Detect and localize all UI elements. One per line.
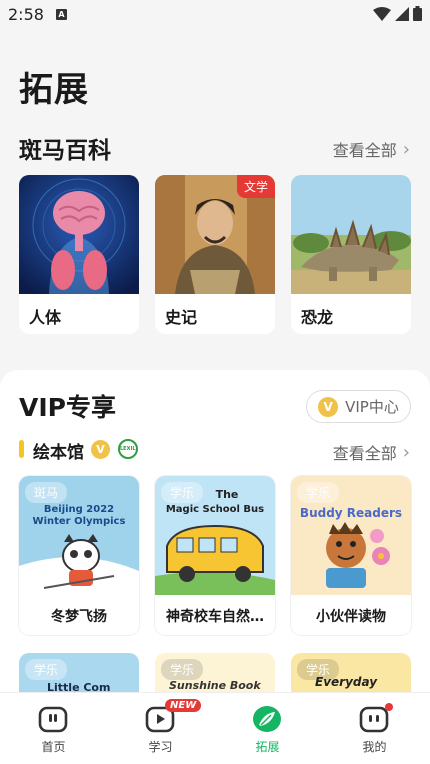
vip-center-label: VIP中心 [345,398,399,416]
nav-profile[interactable]: 我的 [321,693,428,764]
book-card[interactable]: 学乐 Little Com [19,653,139,693]
status-bar: 2:58 A [0,0,430,30]
profile-icon [359,706,389,733]
see-all-label: 查看全部 [332,141,397,160]
nav-study[interactable]: NEW 学习 [107,693,214,764]
card-dinosaur[interactable]: 恐龙 [291,175,411,334]
encyclopedia-see-all-button[interactable]: 查看全部 › [333,137,410,161]
wifi-icon [373,6,391,21]
system-icons [373,6,422,21]
book-card[interactable]: 学乐 Everyday [291,653,411,693]
cover-text: Magic School Bus [165,504,265,515]
page-title: 拓展 [19,70,89,110]
cover-text: Beijing 2022 [43,504,115,515]
human-body-image [19,175,139,294]
bottom-nav: 首页 NEW 学习 拓展 我的 [0,692,430,764]
chevron-right-icon: › [402,138,410,160]
see-all-label: 查看全部 [332,444,397,463]
publisher-chip: 学乐 [161,659,204,680]
card-history[interactable]: 文学 史记 [155,175,275,334]
home-icon [38,706,68,733]
nav-label: 学习 [148,740,173,754]
card-label: 恐龙 [301,308,334,327]
book-label: 小伙伴读物 [316,609,386,625]
cover-text: Everyday [315,675,378,689]
picture-book-see-all-button[interactable]: 查看全部 › [333,440,410,464]
lexile-badge-icon: LEXILE [118,439,138,459]
nav-home[interactable]: 首页 [0,693,107,764]
cover-text: Sunshine Book [169,679,261,692]
signal-icon [395,6,409,21]
new-badge: NEW [165,699,202,712]
publisher-chip: 学乐 [25,659,68,680]
book-card[interactable]: The Magic School Bus 学乐 神奇校车自然… [155,476,275,635]
nav-label: 首页 [41,740,66,754]
nav-explore[interactable]: 拓展 [214,693,321,764]
book-label: 冬梦飞扬 [51,609,107,625]
stegosaurus-image [291,175,411,294]
nav-label: 我的 [362,740,387,754]
publisher-chip: 学乐 [161,482,204,503]
section-accent-bar [19,440,24,458]
publisher-chip: 学乐 [297,482,340,503]
explore-icon [253,706,281,732]
literature-tag: 文学 [236,175,275,198]
battery-icon [413,6,422,21]
publisher-chip: 斑马 [25,482,68,503]
chevron-right-icon: › [402,441,410,463]
cover-text: Buddy Readers [299,506,403,520]
nav-label: 拓展 [255,740,280,754]
vip-section-title: VIP专享 [19,393,116,422]
card-label: 史记 [165,308,198,327]
vip-center-button[interactable]: V VIP中心 [306,390,411,423]
book-card[interactable]: Beijing 2022 Winter Olympics 斑马 冬梦飞扬 [19,476,139,635]
notification-icon: A [56,9,67,20]
status-time: 2:58 [8,5,44,24]
cover-text: Winter Olympics [32,516,126,527]
book-label: 神奇校车自然… [166,609,264,625]
card-human-body[interactable]: 人体 [19,175,139,334]
book-card[interactable]: 学乐 Sunshine Book [155,653,275,693]
encyclopedia-title: 斑马百科 [19,138,111,164]
card-label: 人体 [29,308,62,327]
picture-book-title: 绘本馆 [33,443,84,463]
notification-dot [385,703,393,711]
book-card[interactable]: Buddy Readers 学乐 小伙伴读物 [291,476,411,635]
vip-coin-icon: V [318,396,339,417]
vip-badge-icon: V [91,440,110,459]
